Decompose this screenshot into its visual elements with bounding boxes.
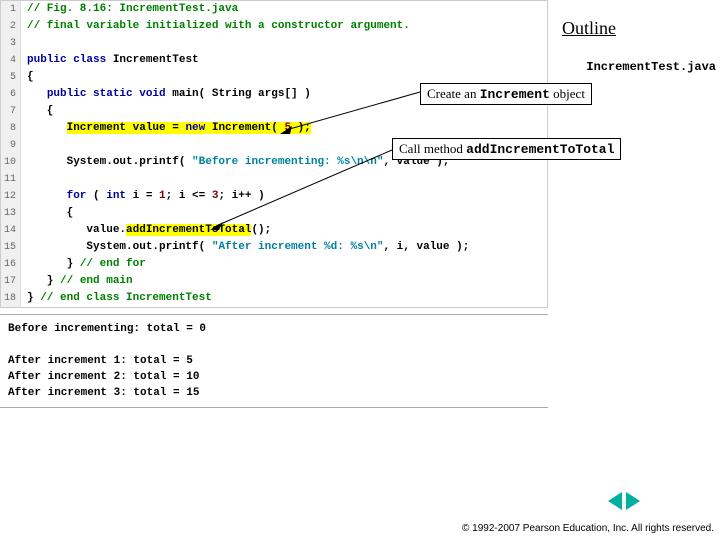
code-line: 1// Fig. 8.16: IncrementTest.java [1, 1, 547, 18]
annot-text: object [550, 86, 585, 101]
line-number: 11 [1, 171, 21, 188]
line-number: 10 [1, 154, 21, 171]
code-content: System.out.printf( "Before incrementing:… [21, 154, 449, 171]
outline-heading: Outline [562, 18, 616, 39]
code-content: System.out.printf( "After increment %d: … [21, 239, 469, 256]
code-line: 4public class IncrementTest [1, 52, 547, 69]
line-number: 8 [1, 120, 21, 137]
program-output: Before incrementing: total = 0 After inc… [0, 314, 548, 408]
line-number: 18 [1, 290, 21, 307]
code-content: public class IncrementTest [21, 52, 199, 69]
line-number: 5 [1, 69, 21, 86]
line-number: 4 [1, 52, 21, 69]
code-content: for ( int i = 1; i <= 3; i++ ) [21, 188, 265, 205]
code-content: } // end class IncrementTest [21, 290, 212, 307]
line-number: 9 [1, 137, 21, 154]
next-button[interactable] [626, 492, 640, 510]
code-line: 16 } // end for [1, 256, 547, 273]
code-line: 12 for ( int i = 1; i <= 3; i++ ) [1, 188, 547, 205]
prev-button[interactable] [608, 492, 622, 510]
code-line: 11 [1, 171, 547, 188]
file-name: IncrementTest.java [586, 60, 716, 74]
annot-text: Call method [399, 141, 466, 156]
code-line: 7 { [1, 103, 547, 120]
code-content: } // end for [21, 256, 146, 273]
code-line: 8 Increment value = new Increment( 5 ); [1, 120, 547, 137]
annot-mono: Increment [480, 87, 550, 102]
annotation-call-method: Call method addIncrementToTotal [392, 138, 621, 160]
code-line: 2// final variable initialized with a co… [1, 18, 547, 35]
code-content: public static void main( String args[] ) [21, 86, 311, 103]
annot-mono: addIncrementToTotal [466, 142, 614, 157]
nav-buttons [608, 492, 640, 510]
copyright: © 1992-2007 Pearson Education, Inc. All … [462, 523, 714, 534]
code-line: 18} // end class IncrementTest [1, 290, 547, 307]
line-number: 13 [1, 205, 21, 222]
line-number: 7 [1, 103, 21, 120]
code-content: } // end main [21, 273, 133, 290]
code-content: { [21, 103, 53, 120]
line-number: 6 [1, 86, 21, 103]
line-number: 17 [1, 273, 21, 290]
line-number: 3 [1, 35, 21, 52]
code-line: 17 } // end main [1, 273, 547, 290]
line-number: 16 [1, 256, 21, 273]
annot-text: Create an [427, 86, 480, 101]
line-number: 12 [1, 188, 21, 205]
annotation-create-object: Create an Increment object [420, 83, 592, 105]
code-content: Increment value = new Increment( 5 ); [21, 120, 311, 137]
line-number: 2 [1, 18, 21, 35]
code-content: { [21, 205, 73, 222]
code-content: // Fig. 8.16: IncrementTest.java [21, 1, 238, 18]
code-content: value.addIncrementToTotal(); [21, 222, 271, 239]
code-content: // final variable initialized with a con… [21, 18, 410, 35]
code-content: { [21, 69, 34, 86]
code-line: 14 value.addIncrementToTotal(); [1, 222, 547, 239]
code-line: 15 System.out.printf( "After increment %… [1, 239, 547, 256]
line-number: 15 [1, 239, 21, 256]
code-line: 13 { [1, 205, 547, 222]
code-line: 3 [1, 35, 547, 52]
line-number: 1 [1, 1, 21, 18]
line-number: 14 [1, 222, 21, 239]
